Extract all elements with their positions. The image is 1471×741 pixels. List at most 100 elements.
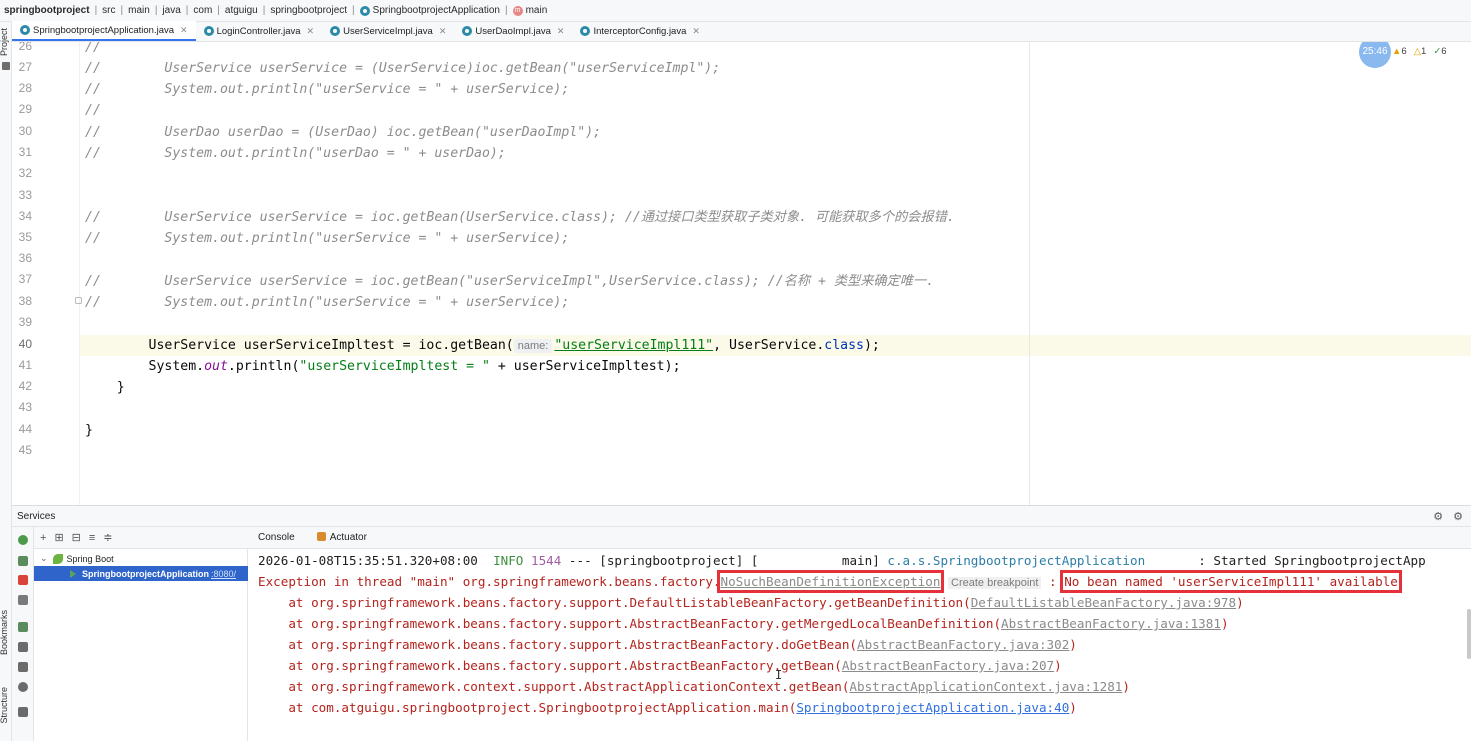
close-icon[interactable]: ✕ — [692, 26, 700, 37]
tab-interceptorconfig[interactable]: InterceptorConfig.java ✕ — [572, 21, 708, 41]
structure-tool-tab[interactable]: Structure — [0, 687, 9, 724]
search-icon[interactable] — [18, 682, 28, 692]
breadcrumb-atguigu[interactable]: atguigu — [225, 5, 258, 16]
tree-node-label: Spring Boot — [66, 553, 114, 564]
exception-class-link[interactable]: NoSuchBeanDefinitionException — [716, 570, 945, 593]
tab-label: UserServiceImpl.java — [343, 25, 433, 37]
inspection-widget[interactable]: ▲6 △1 ✓6 — [1392, 46, 1447, 57]
breadcrumb-separator: | — [120, 5, 124, 16]
stack-trace-line: at org.springframework.beans.factory.sup… — [258, 658, 1062, 673]
console-output[interactable]: 2026-01-08T15:35:51.320+08:00 INFO 1544 … — [248, 549, 1471, 741]
stack-trace-line: at org.springframework.beans.factory.sup… — [258, 637, 1077, 652]
tree-node-spring-boot[interactable]: ⌄ Spring Boot — [40, 551, 114, 566]
parameter-hint: name: — [513, 339, 553, 353]
code-text: , UserService. — [713, 338, 825, 353]
expand-all-icon[interactable]: ≡ — [89, 532, 95, 544]
right-margin-guide — [1029, 42, 1030, 505]
stack-trace-link[interactable]: DefaultListableBeanFactory.java:978 — [971, 595, 1236, 610]
fold-icon[interactable] — [75, 297, 82, 304]
stack-trace-link[interactable]: SpringbootprojectApplication.java:40 — [796, 700, 1069, 715]
stack-trace-link[interactable]: AbstractBeanFactory.java:207 — [842, 658, 1054, 673]
static-field: out — [204, 359, 228, 374]
console-line-exception: Exception in thread "main" org.springfra… — [258, 570, 1402, 594]
stack-trace-line: at com.atguigu.springbootproject.Springb… — [258, 700, 1077, 715]
layout-icon[interactable] — [18, 707, 28, 717]
tab-console[interactable]: Console — [258, 532, 295, 543]
code-text: UserService userServiceImpltest = ioc.ge… — [85, 338, 514, 353]
close-icon[interactable]: ✕ — [307, 26, 315, 37]
port-link[interactable]: :8080/ — [211, 569, 236, 579]
log-logger: c.a.s.SpringbootprojectApplication — [887, 553, 1146, 568]
code-line-41: System.out.println("userServiceImpltest … — [85, 356, 681, 377]
stack-trace-link[interactable]: AbstractBeanFactory.java:302 — [857, 637, 1069, 652]
breadcrumb: springbootproject | src | main | java | com |… — [0, 0, 1471, 22]
close-icon[interactable]: ✕ — [180, 25, 188, 36]
breadcrumb-separator: | — [94, 5, 98, 16]
bookmarks-tool-tab[interactable]: Bookmarks — [0, 610, 9, 655]
console-line-started: 2026-01-08T15:35:51.320+08:00 INFO 1544 … — [258, 550, 1426, 571]
string-literal: "userServiceImpl111" — [554, 338, 714, 353]
line-number: 28 — [18, 81, 32, 95]
tab-springbootprojectapplication[interactable]: SpringbootprojectApplication.java ✕ — [12, 21, 196, 41]
services-panel-header: Services ⚙ ⚙ — [12, 505, 1471, 527]
class-icon — [359, 5, 370, 16]
typos-count: ✓6 — [1433, 46, 1447, 57]
wrench-icon[interactable] — [18, 595, 28, 605]
left-tool-strip: Project Bookmarks Structure — [0, 22, 12, 741]
chevron-down-icon[interactable]: ⌄ — [40, 553, 48, 564]
code-line-31: // System.out.println("userDao = " + use… — [85, 146, 506, 161]
log-timestamp: 2026-01-08T15:35:51.320+08:00 — [258, 553, 478, 568]
tab-userdaoimpl[interactable]: UserDaoImpl.java ✕ — [454, 21, 572, 41]
line-number: 27 — [18, 60, 32, 74]
spring-boot-icon — [52, 553, 63, 564]
tab-actuator[interactable]: Actuator — [316, 532, 367, 543]
code-editor[interactable]: 26 27 28 29 30 31 32 33 34 35 36 37 38 3… — [12, 42, 1471, 505]
group-icon[interactable]: ⊞ — [54, 531, 63, 544]
tab-label: SpringbootprojectApplication.java — [33, 24, 175, 36]
code-line-34: // UserService userService = ioc.getBean… — [85, 210, 955, 225]
code-line-30: // UserDao userDao = (UserDao) ioc.getBe… — [85, 125, 602, 140]
code-line-37: // UserService userService = ioc.getBean… — [85, 274, 935, 289]
log-message: : Started SpringbootprojectApp — [1145, 553, 1426, 568]
breadcrumb-package[interactable]: springbootproject — [270, 5, 347, 16]
filter-icon[interactable]: ⊟ — [72, 531, 81, 544]
breadcrumb-com[interactable]: com — [193, 5, 212, 16]
breadcrumb-class[interactable]: SpringbootprojectApplication — [359, 5, 500, 16]
debug-icon[interactable] — [18, 556, 28, 566]
console-scrollbar[interactable] — [1467, 609, 1471, 659]
tree-node-springbootprojectapplication[interactable]: SpringbootprojectApplication :8080/ — [34, 566, 248, 581]
exception-colon: : — [1041, 574, 1065, 589]
tab-label: LoginController.java — [216, 25, 301, 37]
stack-trace-link[interactable]: AbstractBeanFactory.java:1381 — [1001, 616, 1221, 631]
breadcrumb-method[interactable]: m main — [512, 5, 547, 16]
breadcrumb-project[interactable]: springbootproject — [4, 5, 90, 16]
stack-trace-link[interactable]: AbstractApplicationContext.java:1281 — [849, 679, 1122, 694]
breadcrumb-separator: | — [217, 5, 220, 16]
stack-trace-line: at org.springframework.beans.factory.sup… — [258, 616, 1229, 631]
collapse-all-icon[interactable]: ≑ — [103, 531, 112, 544]
string-literal: "userServiceImpltest = " — [299, 359, 490, 374]
stop-icon[interactable] — [18, 575, 28, 585]
camera-icon[interactable] — [18, 642, 28, 652]
breadcrumb-main[interactable]: main — [128, 5, 150, 16]
close-icon[interactable]: ✕ — [439, 26, 447, 37]
close-icon[interactable]: ✕ — [557, 26, 565, 37]
add-service-icon[interactable]: + — [40, 532, 46, 544]
settings-icon[interactable]: ⚙ — [1433, 510, 1443, 523]
breadcrumb-src[interactable]: src — [102, 5, 115, 16]
bug-icon[interactable] — [18, 622, 28, 632]
folder-icon[interactable] — [2, 62, 10, 70]
create-breakpoint-button[interactable]: Create breakpoint — [948, 577, 1042, 589]
login-icon[interactable] — [18, 662, 28, 672]
console-tab-bar: Console Actuator — [248, 527, 1471, 549]
gear-icon[interactable]: ⚙ — [1453, 510, 1463, 523]
tab-logincontroller[interactable]: LoginController.java ✕ — [196, 21, 323, 41]
tab-label: InterceptorConfig.java — [593, 25, 687, 37]
line-number: 43 — [18, 400, 32, 414]
rerun-icon[interactable] — [18, 535, 28, 545]
line-number: 31 — [18, 145, 32, 159]
project-tool-tab[interactable]: Project — [0, 28, 9, 56]
breadcrumb-java[interactable]: java — [162, 5, 180, 16]
services-action-strip — [12, 527, 34, 741]
tab-userserviceimpl[interactable]: UserServiceImpl.java ✕ — [322, 21, 454, 41]
